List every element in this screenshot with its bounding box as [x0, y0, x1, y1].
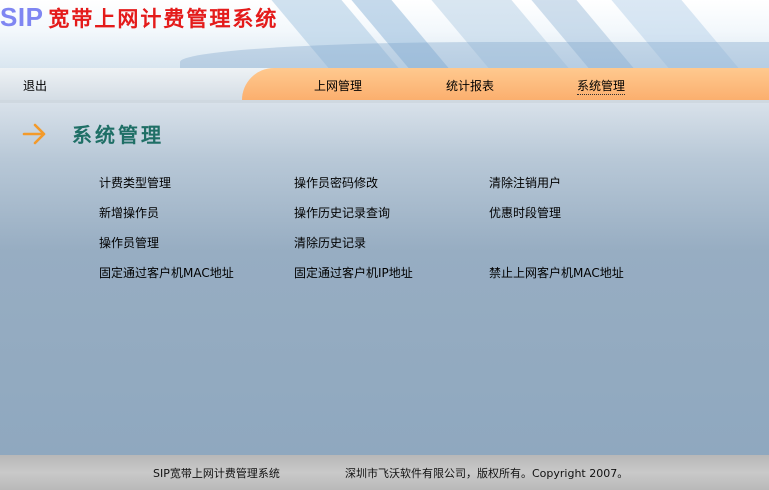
- main-content: 系统管理 计费类型管理 新增操作员 操作员管理 固定通过客户机MAC地址 操作员…: [0, 103, 769, 455]
- link-add-operator[interactable]: 新增操作员: [99, 204, 159, 221]
- top-nav: 退出 上网管理 统计报表 系统管理: [0, 68, 769, 100]
- app-logo: SIP 宽带上网计费管理系统: [0, 2, 278, 38]
- link-fixed-pass-mac[interactable]: 固定通过客户机MAC地址: [99, 264, 234, 281]
- link-billing-type-management[interactable]: 计费类型管理: [99, 174, 171, 191]
- arrow-right-icon: [22, 123, 46, 145]
- link-clear-history[interactable]: 清除历史记录: [294, 234, 366, 251]
- link-fixed-pass-ip[interactable]: 固定通过客户机IP地址: [294, 264, 413, 281]
- brand-sip: SIP: [0, 2, 44, 32]
- logout-link[interactable]: 退出: [23, 77, 47, 94]
- banner-wave: [180, 42, 769, 68]
- nav-item-system-management[interactable]: 系统管理: [577, 77, 626, 95]
- footer-system-name: SIP宽带上网计费管理系统: [153, 467, 280, 480]
- brand-title: 宽带上网计费管理系统: [48, 6, 279, 31]
- link-operator-password-change[interactable]: 操作员密码修改: [294, 174, 378, 191]
- link-operation-history-query[interactable]: 操作历史记录查询: [294, 204, 390, 221]
- footer-copyright: 深圳市飞沃软件有限公司，版权所有。Copyright 2007。: [345, 467, 629, 480]
- page-title: 系统管理: [72, 123, 164, 147]
- link-clear-deregistered-users[interactable]: 清除注销用户: [489, 174, 561, 191]
- link-discount-period-management[interactable]: 优惠时段管理: [489, 204, 561, 221]
- header-banner: SIP 宽带上网计费管理系统: [0, 0, 769, 68]
- nav-item-statistics-report[interactable]: 统计报表: [446, 77, 494, 94]
- link-operator-management[interactable]: 操作员管理: [99, 234, 159, 251]
- link-block-client-mac[interactable]: 禁止上网客户机MAC地址: [489, 264, 624, 281]
- nav-item-internet-management[interactable]: 上网管理: [314, 77, 362, 94]
- footer: SIP宽带上网计费管理系统 深圳市飞沃软件有限公司，版权所有。Copyright…: [0, 455, 769, 490]
